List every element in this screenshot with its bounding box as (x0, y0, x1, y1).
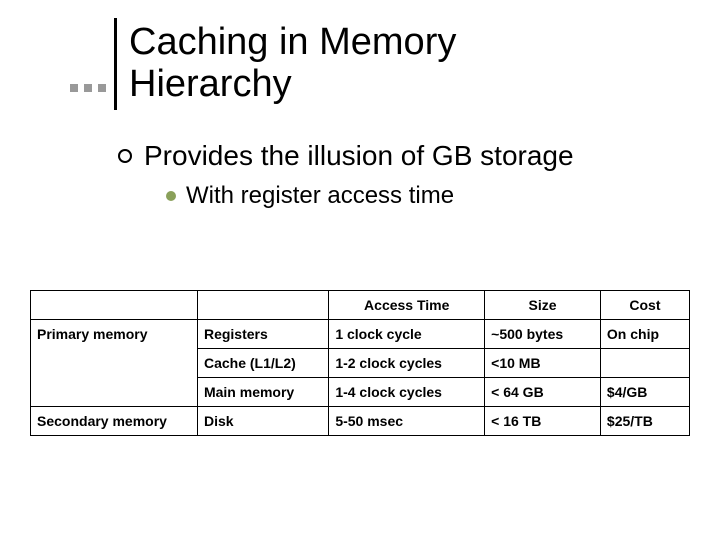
title-decor-dots (70, 18, 114, 110)
category-secondary: Secondary memory (31, 407, 198, 436)
memory-hierarchy-table: Access Time Size Cost Primary memory Reg… (30, 290, 690, 436)
row-cost: $4/GB (600, 378, 689, 407)
title-line-2: Hierarchy (129, 63, 292, 105)
table-row: Main memory 1-4 clock cycles < 64 GB $4/… (31, 378, 690, 407)
row-access: 5-50 msec (329, 407, 485, 436)
dot-icon (98, 84, 106, 92)
dot-icon (70, 84, 78, 92)
header-cost: Cost (600, 291, 689, 320)
bullet-level-2: With register access time (166, 182, 680, 210)
category-spacer (31, 349, 198, 378)
row-cost: On chip (600, 320, 689, 349)
table-header-row: Access Time Size Cost (31, 291, 690, 320)
row-label: Main memory (197, 378, 328, 407)
category-spacer (31, 378, 198, 407)
header-empty-1 (31, 291, 198, 320)
title-line-1: Caching in Memory (129, 21, 456, 63)
row-label: Cache (L1/L2) (197, 349, 328, 378)
row-size: ~500 bytes (485, 320, 601, 349)
row-access: 1 clock cycle (329, 320, 485, 349)
header-empty-2 (197, 291, 328, 320)
header-size: Size (485, 291, 601, 320)
row-size: < 64 GB (485, 378, 601, 407)
slide-title: Caching in Memory Hierarchy (129, 18, 456, 110)
row-size: < 16 TB (485, 407, 601, 436)
table-row: Secondary memory Disk 5-50 msec < 16 TB … (31, 407, 690, 436)
row-cost: $25/TB (600, 407, 689, 436)
disc-bullet-icon (166, 191, 176, 201)
title-vertical-rule (114, 18, 117, 110)
row-access: 1-2 clock cycles (329, 349, 485, 378)
bullet-level-1: Provides the illusion of GB storage (118, 140, 680, 172)
slide-title-block: Caching in Memory Hierarchy (70, 18, 456, 110)
bullet-list: Provides the illusion of GB storage With… (118, 140, 680, 210)
row-cost (600, 349, 689, 378)
row-access: 1-4 clock cycles (329, 378, 485, 407)
bullet-2-text: With register access time (186, 182, 454, 210)
ring-bullet-icon (118, 149, 132, 163)
table-row: Cache (L1/L2) 1-2 clock cycles <10 MB (31, 349, 690, 378)
dot-icon (84, 84, 92, 92)
header-access-time: Access Time (329, 291, 485, 320)
row-label: Disk (197, 407, 328, 436)
bullet-1-text: Provides the illusion of GB storage (144, 140, 574, 172)
category-primary: Primary memory (31, 320, 198, 349)
row-size: <10 MB (485, 349, 601, 378)
row-label: Registers (197, 320, 328, 349)
table-row: Primary memory Registers 1 clock cycle ~… (31, 320, 690, 349)
